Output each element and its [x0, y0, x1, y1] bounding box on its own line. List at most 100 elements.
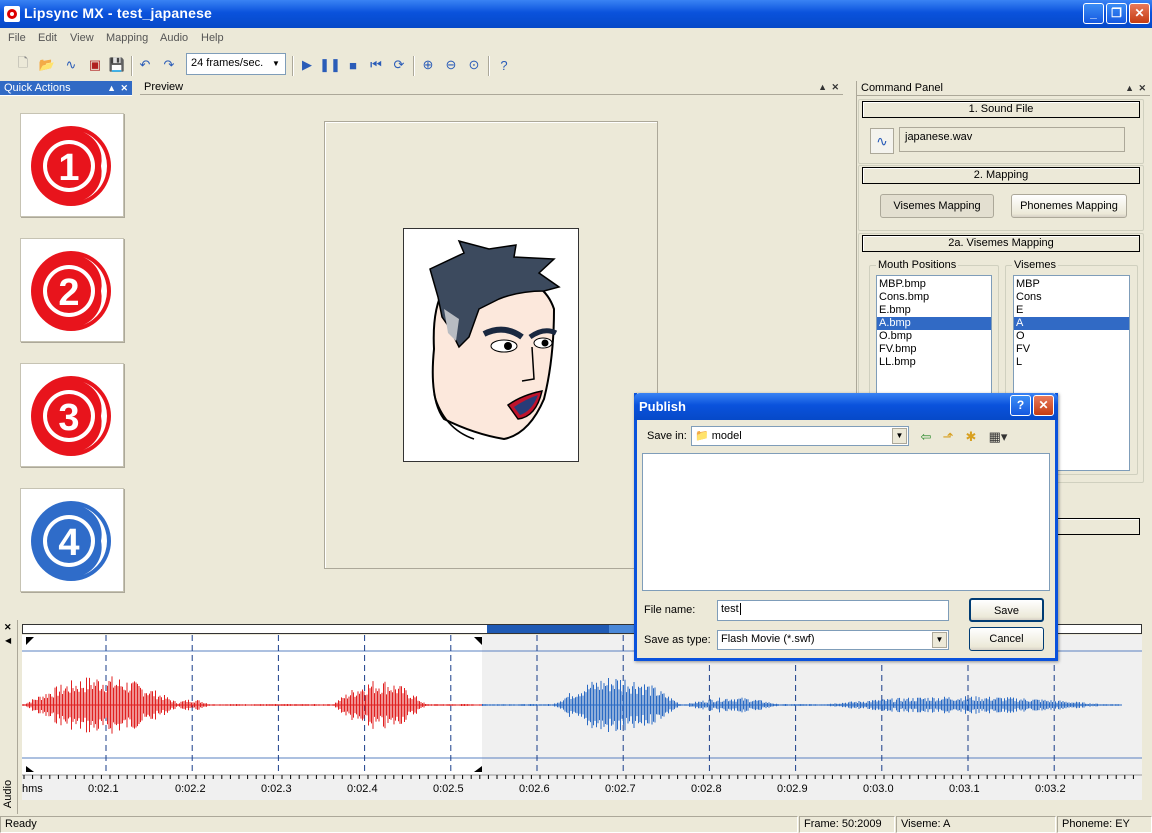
status-viseme: Viseme: A: [896, 816, 1056, 833]
visemes-mapping-button[interactable]: Visemes Mapping: [880, 194, 994, 218]
help-icon[interactable]: ?: [495, 56, 513, 74]
close-icon[interactable]: ✕: [831, 80, 839, 95]
menu-view[interactable]: View: [70, 32, 94, 44]
menu-bar: File Edit View Mapping Audio Help: [0, 28, 1152, 50]
folder-icon: 📁: [695, 430, 709, 442]
list-item[interactable]: O.bmp: [877, 330, 991, 343]
save-icon[interactable]: 💾: [108, 56, 126, 74]
menu-audio[interactable]: Audio: [160, 32, 188, 44]
command-panel-header: Command Panel ▲ ✕: [857, 81, 1150, 96]
list-item-selected[interactable]: A: [1014, 317, 1129, 330]
list-item-selected[interactable]: A.bmp: [877, 317, 991, 330]
time-label: hms: [22, 783, 43, 795]
toolbar: 🗋 📂 ∿ ▣ 💾 ↶ ↷ ▶ ❚❚ ■ ⏮ ⟳ ⊕ ⊖ ⊙ ?: [0, 52, 1152, 78]
quick-action-3[interactable]: 3: [20, 363, 124, 467]
restore-button[interactable]: ❐: [1106, 3, 1127, 24]
dialog-close-button[interactable]: ✕: [1033, 395, 1054, 416]
character-face-image: [429, 239, 561, 441]
mapping-header[interactable]: 2. Mapping: [862, 167, 1140, 184]
step-number: 3: [58, 397, 79, 439]
rewind-icon[interactable]: ⏮: [367, 56, 385, 74]
loop-icon[interactable]: ⟳: [390, 56, 408, 74]
pause-icon[interactable]: ❚❚: [319, 56, 341, 74]
save-as-type-select[interactable]: Flash Movie (*.swf) ▼: [717, 630, 949, 650]
close-icon[interactable]: ✕: [4, 622, 12, 633]
file-list[interactable]: [642, 453, 1050, 591]
time-label: 0:02.6: [519, 783, 550, 795]
step-number: 4: [58, 522, 79, 564]
status-phoneme: Phoneme: EY: [1057, 816, 1152, 833]
step-1-icon: 1: [31, 126, 111, 206]
collapse-icon[interactable]: ▲: [107, 81, 116, 96]
fps-select[interactable]: 24 frames/sec. ▼: [186, 53, 286, 75]
menu-help[interactable]: Help: [201, 32, 224, 44]
character-preview: [403, 228, 579, 462]
file-name-value: test: [721, 603, 739, 615]
window-title: Lipsync MX - test_japanese: [24, 5, 213, 21]
audio-side-bar: ✕ ◀ Audio: [0, 620, 18, 814]
menu-edit[interactable]: Edit: [38, 32, 57, 44]
list-item[interactable]: MBP.bmp: [877, 278, 991, 291]
collapse-icon[interactable]: ▲: [1125, 81, 1134, 96]
time-label: 0:02.2: [175, 783, 206, 795]
close-button[interactable]: ✕: [1129, 3, 1150, 24]
list-item[interactable]: MBP: [1014, 278, 1129, 291]
time-label: 0:02.3: [261, 783, 292, 795]
cancel-button[interactable]: Cancel: [969, 627, 1044, 651]
chevron-down-icon[interactable]: ▼: [268, 55, 284, 73]
file-name-label: File name:: [644, 604, 696, 616]
undo-icon[interactable]: ↶: [136, 56, 154, 74]
quick-action-1[interactable]: 1: [20, 113, 124, 217]
minimize-button[interactable]: _: [1083, 3, 1104, 24]
close-icon[interactable]: ✕: [120, 81, 128, 96]
waveform-icon[interactable]: ∿: [62, 56, 80, 74]
collapse-icon[interactable]: ▲: [818, 80, 827, 95]
sound-file-field[interactable]: japanese.wav: [899, 127, 1125, 152]
collapse-icon[interactable]: ◀: [5, 636, 11, 645]
step-2-icon: 2: [31, 251, 111, 331]
new-folder-icon[interactable]: ✱: [962, 428, 980, 446]
stop-icon[interactable]: ■: [344, 56, 362, 74]
zoom-fit-icon[interactable]: ⊙: [465, 56, 483, 74]
time-label: 0:02.7: [605, 783, 636, 795]
chevron-down-icon[interactable]: ▼: [892, 428, 907, 444]
quick-action-2[interactable]: 2: [20, 238, 124, 342]
time-label: 0:02.4: [347, 783, 378, 795]
save-in-select[interactable]: 📁 model ▼: [691, 426, 909, 446]
list-item[interactable]: LL.bmp: [877, 356, 991, 369]
list-item[interactable]: Cons: [1014, 291, 1129, 304]
back-icon[interactable]: ⇦: [917, 428, 935, 446]
publish-dialog-title: Publish: [639, 399, 686, 414]
redo-icon[interactable]: ↷: [160, 56, 178, 74]
scroll-thumb[interactable]: [487, 625, 609, 633]
zoom-out-icon[interactable]: ⊖: [442, 56, 460, 74]
new-icon[interactable]: 🗋: [14, 55, 32, 74]
open-icon[interactable]: 📂: [38, 56, 56, 74]
close-icon[interactable]: ✕: [1138, 81, 1146, 96]
time-label: 0:02.1: [88, 783, 119, 795]
list-item[interactable]: E: [1014, 304, 1129, 317]
phonemes-mapping-button[interactable]: Phonemes Mapping: [1011, 194, 1127, 218]
menu-file[interactable]: File: [8, 32, 26, 44]
list-item[interactable]: Cons.bmp: [877, 291, 991, 304]
list-item[interactable]: FV.bmp: [877, 343, 991, 356]
menu-mapping[interactable]: Mapping: [106, 32, 148, 44]
list-item[interactable]: O: [1014, 330, 1129, 343]
list-item[interactable]: L: [1014, 356, 1129, 369]
file-name-input[interactable]: test: [717, 600, 949, 621]
visemes-mapping-header[interactable]: 2a. Visemes Mapping: [862, 235, 1140, 252]
list-item[interactable]: FV: [1014, 343, 1129, 356]
list-item[interactable]: E.bmp: [877, 304, 991, 317]
play-icon[interactable]: ▶: [298, 56, 316, 74]
film-icon[interactable]: ▣: [86, 56, 104, 74]
time-axis: hms 0:02.1 0:02.2 0:02.3 0:02.4 0:02.5 0…: [22, 783, 1142, 797]
view-menu-icon[interactable]: ▦▾: [986, 428, 1010, 446]
chevron-down-icon[interactable]: ▼: [932, 632, 947, 648]
save-button[interactable]: Save: [969, 598, 1044, 622]
up-folder-icon[interactable]: ⬏: [939, 428, 957, 446]
quick-action-4[interactable]: 4: [20, 488, 124, 592]
help-button[interactable]: ?: [1010, 395, 1031, 416]
zoom-in-icon[interactable]: ⊕: [419, 56, 437, 74]
sound-file-header[interactable]: 1. Sound File: [862, 101, 1140, 118]
browse-sound-button[interactable]: ∿: [870, 128, 894, 154]
